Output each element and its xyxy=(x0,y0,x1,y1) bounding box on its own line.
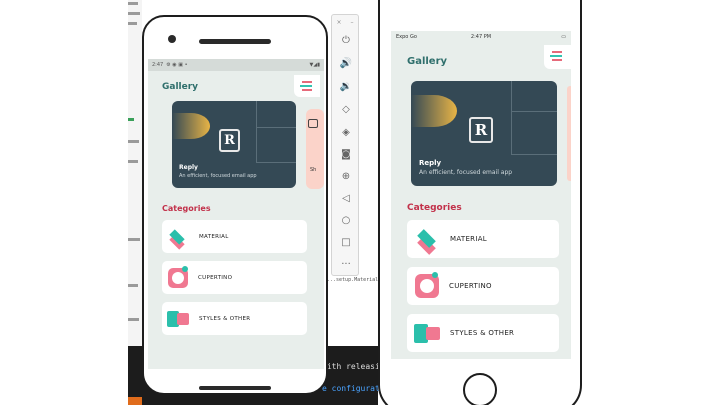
volume-up-icon[interactable]: 🔊 xyxy=(332,58,360,69)
zoom-icon[interactable]: ⊕ xyxy=(332,171,360,182)
category-label: STYLES & OTHER xyxy=(450,329,515,337)
minimize-icon[interactable]: – xyxy=(351,19,354,26)
card-grid-line xyxy=(256,101,296,128)
emulator-window-controls: × – xyxy=(332,19,358,26)
category-label: MATERIAL xyxy=(199,233,229,240)
styles-icon-right xyxy=(426,326,440,340)
ide-line xyxy=(128,318,139,321)
ide-line xyxy=(128,2,138,5)
menu-icon-line xyxy=(302,89,312,91)
ide-line xyxy=(128,160,138,163)
more-icon[interactable]: ··· xyxy=(332,259,360,270)
reply-logo-icon: R xyxy=(219,129,240,152)
category-material[interactable]: MATERIAL xyxy=(407,220,559,258)
menu-icon-line xyxy=(552,59,562,61)
menu-icon xyxy=(552,51,562,53)
next-card-peek[interactable]: Sh xyxy=(306,109,324,189)
card-gold-shape xyxy=(172,113,210,139)
category-material[interactable]: MATERIAL xyxy=(162,220,307,253)
gallery-title: Gallery xyxy=(162,82,199,92)
category-styles[interactable]: STYLES & OTHER xyxy=(407,314,559,352)
reply-card[interactable]: R Reply An efficient, focused email app xyxy=(411,81,557,186)
material-layers-icon xyxy=(414,226,440,255)
reply-logo-icon: R xyxy=(469,117,493,143)
styles-icon xyxy=(167,310,189,327)
android-bottom-bar xyxy=(199,386,271,390)
rotate-right-icon[interactable]: ◈ xyxy=(332,127,360,138)
category-cupertino[interactable]: CUPERTINO xyxy=(162,261,307,294)
ide-line xyxy=(128,22,137,25)
cupertino-icon-inner xyxy=(420,279,434,293)
home-icon[interactable]: ○ xyxy=(332,215,360,226)
peek-caption: Sh xyxy=(310,167,317,173)
ide-console-marker xyxy=(128,397,142,405)
emulator-toolbar: × – ⏻ 🔊 🔉 ◇ ◈ ◙ ⊕ ◁ ○ □ ··· xyxy=(331,14,359,276)
menu-button[interactable] xyxy=(294,75,320,97)
screenshot-stage: ...setup.Material with releasing t e con… xyxy=(0,0,720,405)
cupertino-icon-dot xyxy=(182,265,188,272)
category-label: MATERIAL xyxy=(450,235,487,243)
card-grid-line xyxy=(511,81,557,112)
category-label: CUPERTINO xyxy=(198,274,233,281)
iphone-status-bar: Expo Go 2:47 PM ▭ xyxy=(391,31,571,43)
close-icon[interactable]: × xyxy=(336,19,341,26)
category-label: STYLES & OTHER xyxy=(199,315,251,322)
ide-line xyxy=(128,140,139,143)
card-grid-line xyxy=(511,111,557,155)
styles-icon xyxy=(414,323,440,343)
camera-screenshot-icon[interactable]: ◙ xyxy=(332,149,360,160)
overview-icon[interactable]: □ xyxy=(332,237,360,248)
categories-title: Categories xyxy=(407,203,462,213)
ide-line xyxy=(128,12,140,15)
material-layers-icon xyxy=(167,226,189,250)
ide-small-text: ...setup.Material xyxy=(327,277,379,283)
card-caption: Reply xyxy=(419,159,442,167)
card-subtitle: An efficient, focused email app xyxy=(179,173,257,179)
speaker-grille xyxy=(199,39,271,44)
iphone-screen: Expo Go 2:47 PM ▭ Gallery R Reply An eff… xyxy=(391,31,571,359)
ide-line xyxy=(128,238,140,241)
card-grid-line xyxy=(256,127,296,163)
category-cupertino[interactable]: CUPERTINO xyxy=(407,267,559,305)
battery-icon: ▼◢▮ xyxy=(309,62,320,68)
power-icon[interactable]: ⏻ xyxy=(332,35,360,46)
cupertino-icon xyxy=(168,265,188,288)
ide-line xyxy=(128,284,138,287)
cupertino-icon-inner xyxy=(172,271,184,284)
gallery-title: Gallery xyxy=(407,56,448,67)
back-icon[interactable]: ◁ xyxy=(332,193,360,204)
card-subtitle: An efficient, focused email app xyxy=(419,169,513,176)
styles-icon-right xyxy=(177,312,189,325)
card-gold-shape xyxy=(411,95,457,127)
home-button[interactable] xyxy=(463,373,497,405)
menu-button[interactable] xyxy=(544,45,571,69)
category-label: CUPERTINO xyxy=(449,282,492,290)
android-screen: 2:47 ⚙ ◉ ▣ • ▼◢▮ Gallery R Reply An effi… xyxy=(148,59,324,369)
status-time: 2:47 PM xyxy=(470,34,492,40)
android-phone-frame: 2:47 ⚙ ◉ ▣ • ▼◢▮ Gallery R Reply An effi… xyxy=(142,15,328,395)
card-caption: Reply xyxy=(179,164,198,171)
iphone-frame: Expo Go 2:47 PM ▭ Gallery R Reply An eff… xyxy=(378,0,582,405)
ide-line-green xyxy=(128,118,134,121)
android-status-bar: 2:47 ⚙ ◉ ▣ • ▼◢▮ xyxy=(148,59,324,71)
menu-icon-line xyxy=(550,55,562,57)
camera-icon xyxy=(168,35,176,43)
menu-icon-line xyxy=(300,85,312,87)
category-styles[interactable]: STYLES & OTHER xyxy=(162,302,307,335)
status-time: 2:47 xyxy=(152,62,164,68)
volume-down-icon[interactable]: 🔉 xyxy=(332,81,360,92)
reply-card[interactable]: R Reply An efficient, focused email app xyxy=(172,101,296,188)
next-card-peek[interactable] xyxy=(567,86,571,181)
peek-icon xyxy=(308,119,318,128)
ide-left-panel xyxy=(128,0,142,405)
menu-icon xyxy=(302,81,312,83)
status-icons: ⚙ ◉ ▣ • xyxy=(166,62,188,68)
cupertino-icon-dot xyxy=(432,272,438,278)
rotate-left-icon[interactable]: ◇ xyxy=(332,104,360,115)
categories-title: Categories xyxy=(162,204,211,213)
cupertino-icon xyxy=(415,272,439,298)
